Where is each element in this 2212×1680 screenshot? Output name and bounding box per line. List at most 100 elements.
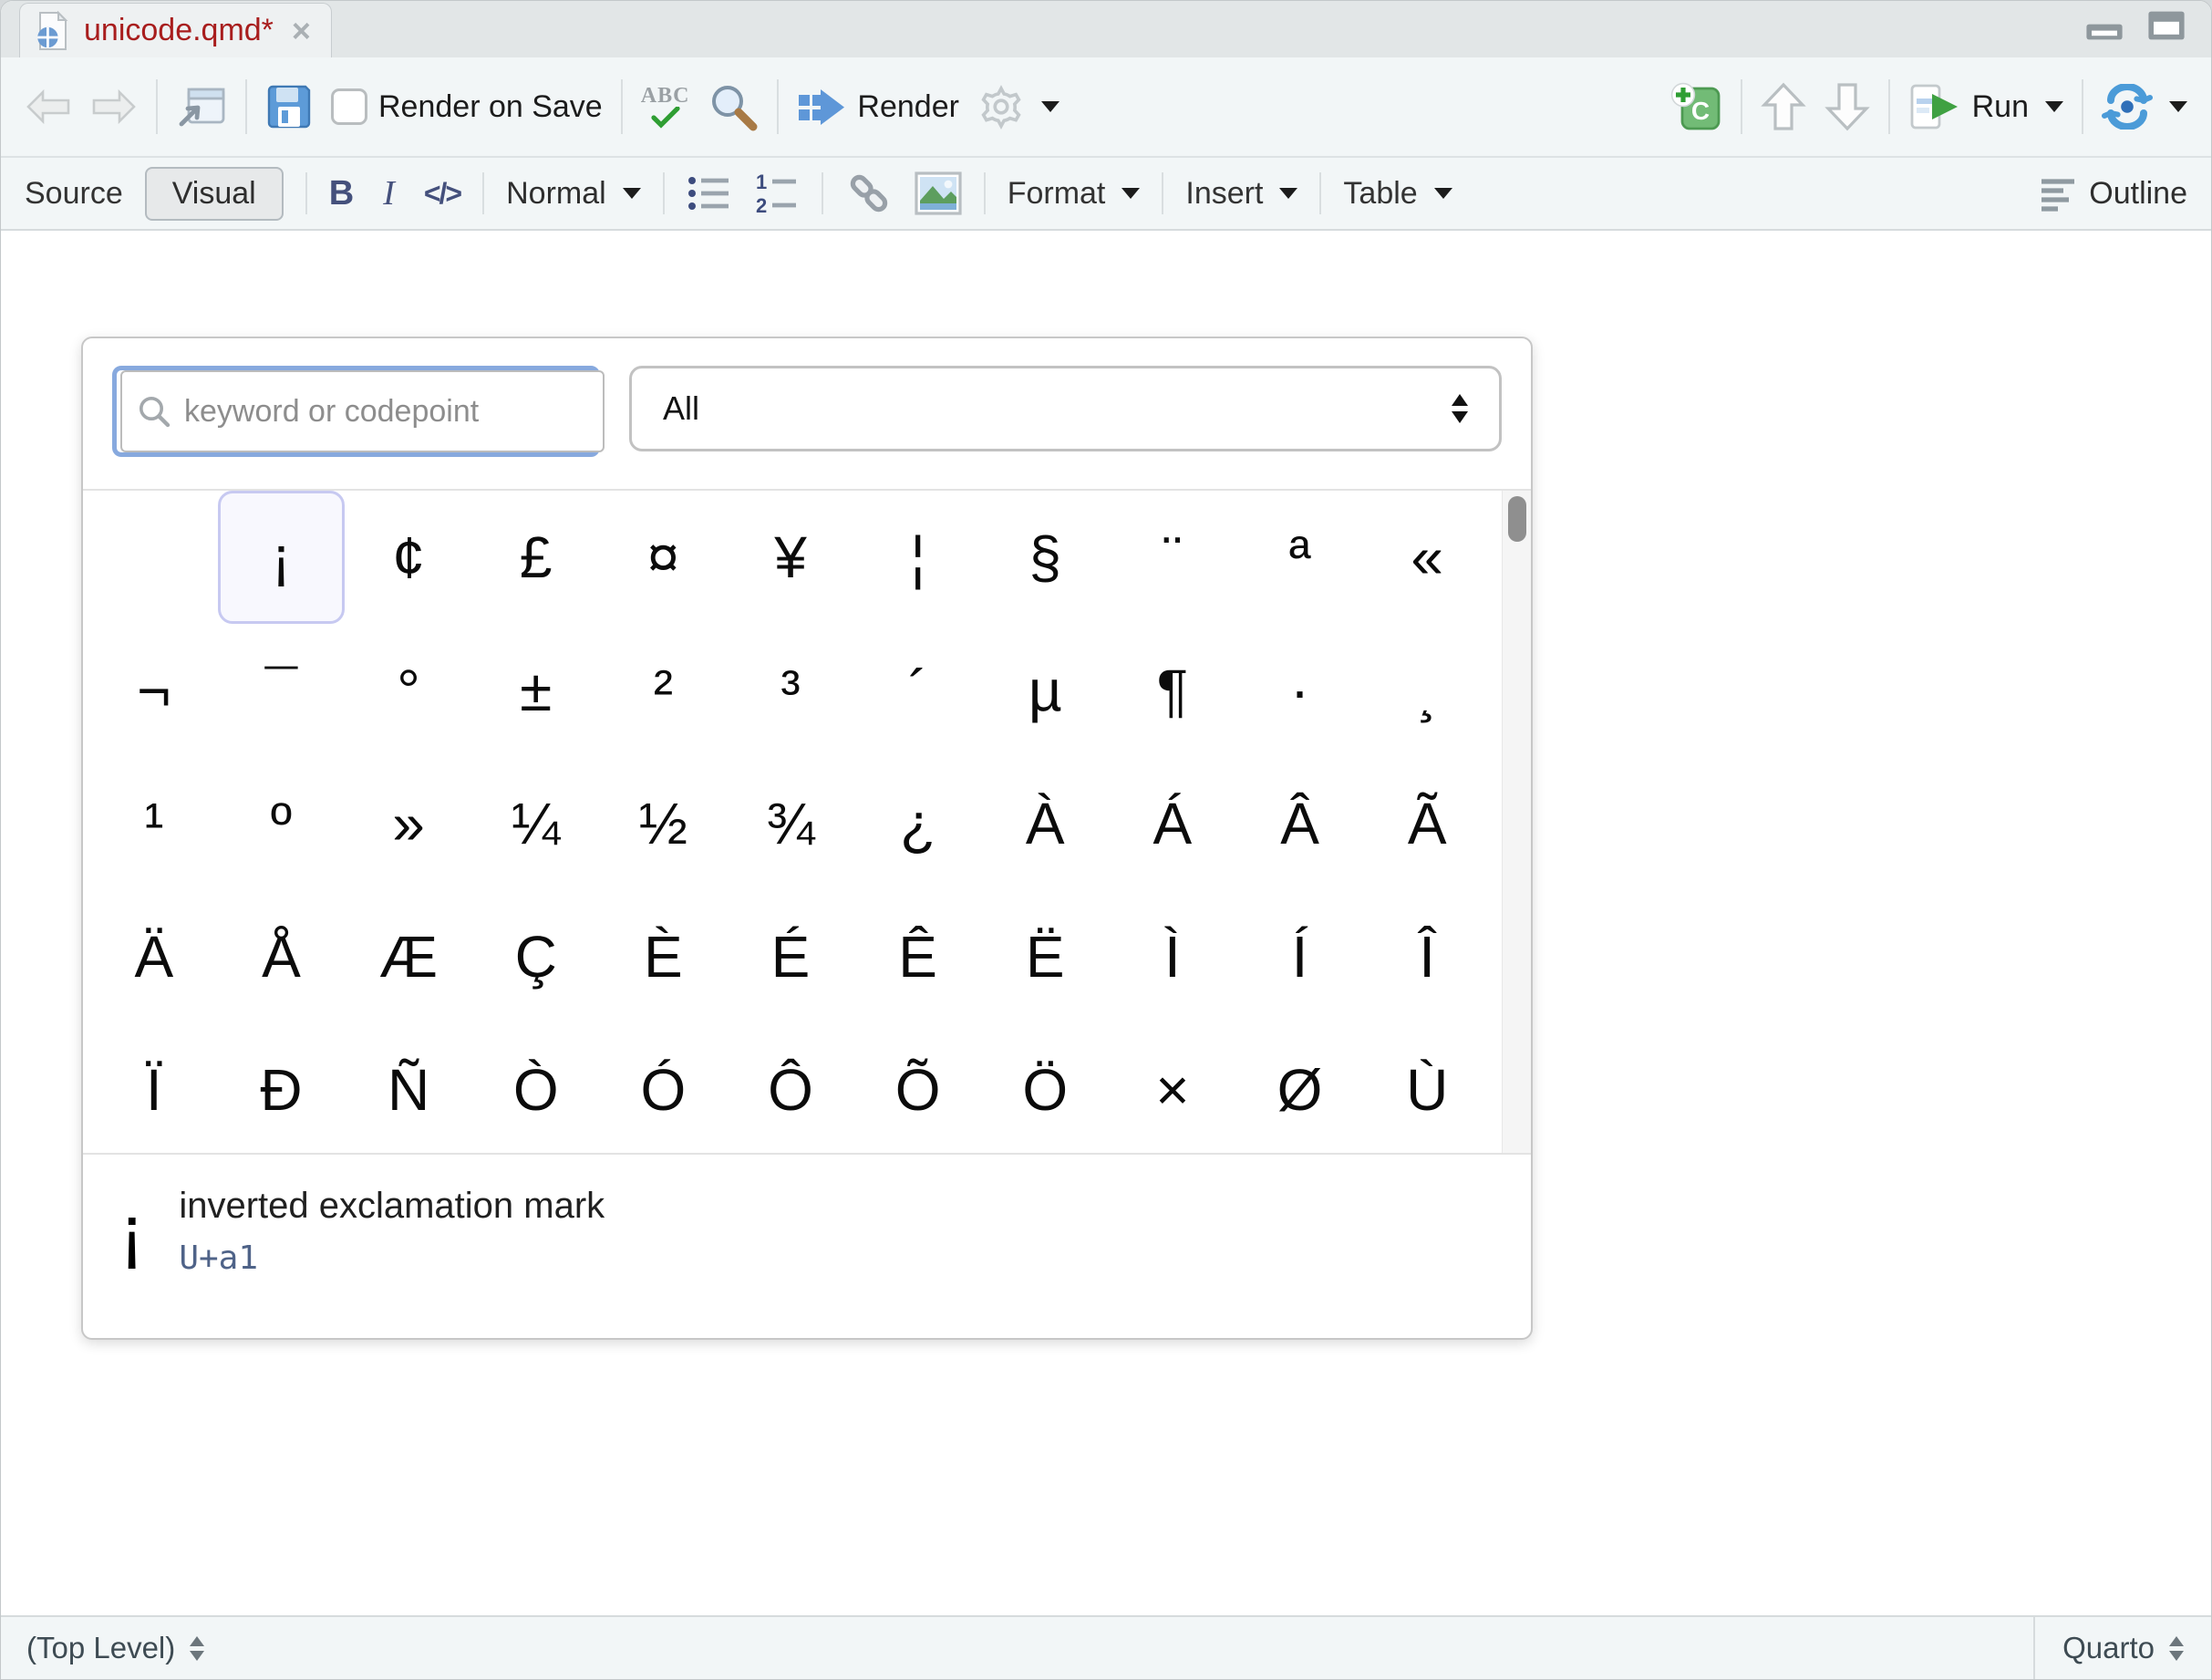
symbol-cell[interactable]: Ï (90, 1023, 218, 1155)
previous-chunk-button[interactable] (1761, 81, 1806, 132)
symbol-cell[interactable]: £ (472, 491, 600, 624)
source-document-button[interactable] (2102, 84, 2187, 130)
symbol-cell[interactable]: ª (1236, 491, 1364, 624)
scrollbar-thumb[interactable] (1508, 496, 1526, 542)
symbol-cell[interactable]: Í (1236, 890, 1364, 1023)
symbol-cell[interactable]: Ó (600, 1023, 728, 1155)
back-button[interactable] (25, 87, 72, 127)
paragraph-style-dropdown[interactable]: Normal (506, 176, 641, 212)
numbered-list-button[interactable]: 1 2 (754, 172, 800, 214)
editor-tab[interactable]: unicode.qmd* × (19, 3, 332, 57)
symbol-cell[interactable]: Æ (345, 890, 472, 1023)
bold-button[interactable]: B (329, 174, 354, 213)
table-menu[interactable]: Table (1343, 176, 1452, 212)
symbol-cell[interactable]: Ç (472, 890, 600, 1023)
symbol-cell[interactable]: ¯ (218, 624, 346, 757)
symbol-cell[interactable]: ¥ (727, 491, 854, 624)
symbol-cell[interactable]: × (1109, 1023, 1236, 1155)
symbol-cell[interactable]: ¹ (90, 757, 218, 890)
symbol-cell[interactable]: µ (981, 624, 1109, 757)
symbol-cell[interactable]: ´ (854, 624, 982, 757)
symbol-cell[interactable]: ¦ (854, 491, 982, 624)
symbol-cell[interactable]: ¢ (345, 491, 472, 624)
open-in-new-window-button[interactable] (176, 84, 227, 130)
symbol-cell[interactable]: º (218, 757, 346, 890)
symbol-cell[interactable]: Ë (981, 890, 1109, 1023)
next-chunk-button[interactable] (1824, 81, 1870, 132)
symbol-cell[interactable]: » (345, 757, 472, 890)
symbol-cell[interactable]: · (1236, 624, 1364, 757)
maximize-pane-icon[interactable] (2147, 10, 2186, 41)
symbol-search-input[interactable] (184, 394, 588, 430)
render-button[interactable]: Render (797, 86, 959, 128)
symbol-cell[interactable]: È (600, 890, 728, 1023)
symbol-cell[interactable]: ± (472, 624, 600, 757)
image-button[interactable] (915, 171, 962, 215)
symbol-cell[interactable]: ¬ (90, 624, 218, 757)
symbol-cell[interactable]: ° (345, 624, 472, 757)
symbol-cell[interactable]: Õ (854, 1023, 982, 1155)
symbol-cell[interactable] (90, 491, 218, 624)
svg-text:2: 2 (756, 194, 767, 214)
symbol-cell[interactable]: Ê (854, 890, 982, 1023)
symbol-cell[interactable]: Ö (981, 1023, 1109, 1155)
symbol-cell[interactable]: À (981, 757, 1109, 890)
outline-toggle[interactable]: Outline (2038, 175, 2187, 212)
italic-button[interactable]: I (376, 173, 402, 213)
source-mode-button[interactable]: Source (25, 176, 123, 212)
visual-mode-button[interactable]: Visual (145, 167, 284, 221)
symbol-cell[interactable]: Ì (1109, 890, 1236, 1023)
symbol-cell[interactable]: Ñ (345, 1023, 472, 1155)
symbol-cell[interactable]: ½ (600, 757, 728, 890)
symbol-grid-scrollbar[interactable] (1502, 491, 1531, 1153)
symbol-cell[interactable]: Â (1236, 757, 1364, 890)
minimize-pane-icon[interactable] (2085, 10, 2124, 41)
symbol-cell[interactable]: Î (1363, 890, 1491, 1023)
insert-code-chunk-button[interactable]: C (1669, 81, 1722, 132)
symbol-cell[interactable]: É (727, 890, 854, 1023)
run-button[interactable]: Run (1908, 82, 2063, 131)
preview-codepoint: U+a1 (179, 1239, 605, 1277)
dropdown-caret-icon (1041, 101, 1059, 112)
symbol-cell[interactable]: « (1363, 491, 1491, 624)
spellcheck-button[interactable]: ABC (641, 85, 690, 129)
symbol-cell[interactable]: Ô (727, 1023, 854, 1155)
link-button[interactable] (845, 170, 893, 217)
symbol-cell[interactable]: ¼ (472, 757, 600, 890)
forward-button[interactable] (90, 87, 138, 127)
checkbox-icon[interactable] (331, 88, 367, 125)
symbol-cell[interactable]: Á (1109, 757, 1236, 890)
symbol-cell[interactable]: ¾ (727, 757, 854, 890)
render-on-save-checkbox[interactable]: Render on Save (331, 88, 603, 125)
render-options-button[interactable] (977, 83, 1059, 130)
tab-close-icon[interactable]: × (292, 15, 311, 47)
editor-status-bar: (Top Level) Quarto (1, 1615, 2211, 1679)
scope-selector[interactable]: (Top Level) (1, 1617, 230, 1679)
save-button[interactable] (265, 83, 313, 130)
code-button[interactable]: </> (424, 177, 460, 211)
symbol-cell[interactable]: ¨ (1109, 491, 1236, 624)
render-on-save-label: Render on Save (378, 89, 603, 125)
document-mode-selector[interactable]: Quarto (2033, 1617, 2211, 1679)
symbol-cell[interactable]: Ä (90, 890, 218, 1023)
symbol-cell[interactable]: ¸ (1363, 624, 1491, 757)
format-menu[interactable]: Format (1008, 176, 1141, 212)
symbol-cell[interactable]: ¶ (1109, 624, 1236, 757)
bullet-list-button[interactable] (687, 172, 732, 214)
symbol-cell[interactable]: Ã (1363, 757, 1491, 890)
symbol-category-select[interactable]: All (629, 366, 1502, 451)
symbol-cell[interactable]: Ø (1236, 1023, 1364, 1155)
symbol-cell[interactable]: ² (600, 624, 728, 757)
find-replace-button[interactable] (708, 81, 759, 132)
symbol-cell[interactable]: ¤ (600, 491, 728, 624)
symbol-cell[interactable]: Ð (218, 1023, 346, 1155)
symbol-cell[interactable]: ¿ (854, 757, 982, 890)
symbol-cell[interactable]: § (981, 491, 1109, 624)
symbol-cell[interactable]: ³ (727, 624, 854, 757)
editor-canvas[interactable]: All ¡¢£¤¥¦§¨ª« ¬¯°±²³´µ¶·¸ ¹º»¼½¾¿ÀÁÂÃ ÄÅÆÇ… (1, 231, 2211, 1615)
insert-menu[interactable]: Insert (1185, 176, 1297, 212)
symbol-cell[interactable]: Ù (1363, 1023, 1491, 1155)
symbol-cell[interactable]: Å (218, 890, 346, 1023)
symbol-cell[interactable]: ¡ (218, 491, 346, 624)
symbol-cell[interactable]: Ò (472, 1023, 600, 1155)
